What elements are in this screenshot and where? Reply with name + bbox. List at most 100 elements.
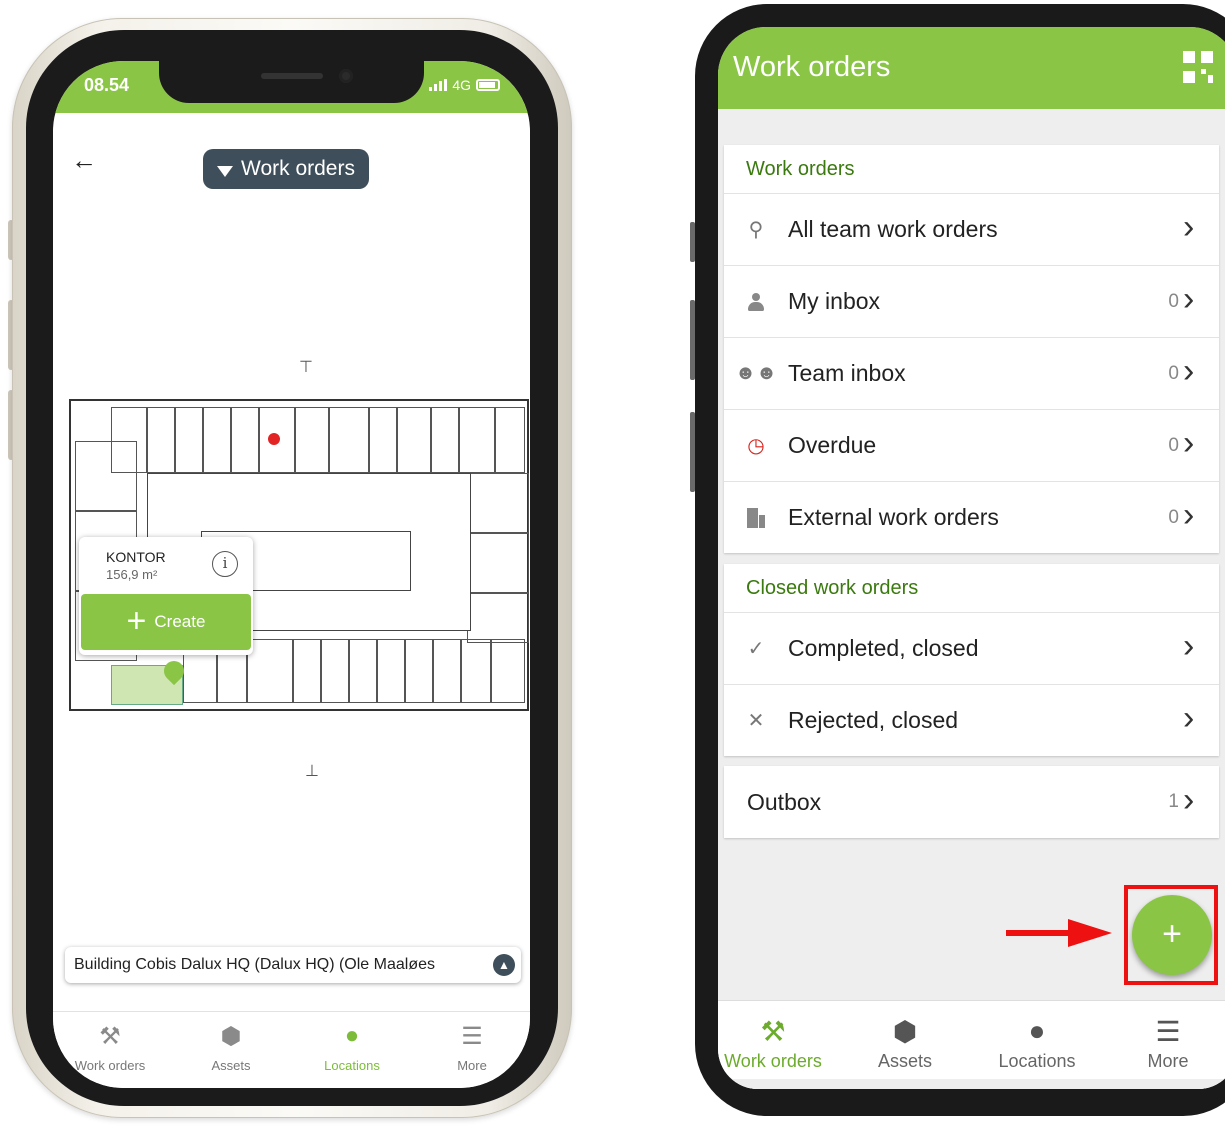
bottom-tab-bar: ⚒ Work orders ⬢ Assets ● Locations ☰ Mor… — [53, 1011, 530, 1088]
outbox-card: Outbox 1 — [724, 766, 1219, 838]
tools-icon: ⚒ — [99, 1023, 121, 1050]
room — [491, 639, 525, 703]
building-label: Building Cobis Dalux HQ (Dalux HQ) (Ole … — [74, 956, 435, 973]
network-type: 4G — [452, 77, 471, 93]
chevron-up-icon[interactable]: ▲ — [493, 954, 515, 976]
list-item-label: Outbox — [747, 788, 822, 815]
list-item-overdue[interactable]: ◷ Overdue 0 — [724, 409, 1219, 481]
tab-more[interactable]: ☰ More — [1103, 1015, 1225, 1072]
chevron-right-icon — [1183, 500, 1219, 535]
tab-assets[interactable]: ⬢ Assets — [840, 1015, 970, 1072]
tab-work-orders[interactable]: ⚒ Work orders — [718, 1015, 838, 1072]
tab-work-orders[interactable]: ⚒ Work orders — [55, 1022, 165, 1073]
tab-label: Work orders — [74, 1058, 146, 1073]
chevron-right-icon — [1183, 284, 1219, 319]
building-selector[interactable]: Building Cobis Dalux HQ (Dalux HQ) (Ole … — [65, 947, 521, 983]
list-item-label: External work orders — [788, 504, 999, 530]
list-item-label: Rejected, closed — [788, 707, 959, 733]
chevron-right-icon — [1183, 631, 1219, 666]
speaker-grille — [261, 73, 323, 79]
tab-locations[interactable]: ● Locations — [972, 1015, 1102, 1072]
work-orders-filter-button[interactable]: Work orders — [203, 149, 369, 189]
tab-label: Locations — [324, 1058, 380, 1073]
room — [459, 407, 495, 473]
room — [369, 407, 397, 473]
create-label: Create — [154, 612, 206, 631]
person-icon — [747, 292, 765, 311]
tools-icon: ⚒ — [760, 1016, 786, 1047]
room — [329, 407, 369, 473]
alarm-clock-icon: ◷ — [747, 435, 765, 457]
work-order-marker[interactable] — [268, 433, 280, 445]
hamburger-menu-icon: ☰ — [461, 1023, 483, 1050]
list-item-outbox[interactable]: Outbox 1 — [724, 766, 1219, 838]
building-icon — [747, 507, 765, 528]
list-item-label: All team work orders — [788, 216, 998, 242]
list-item-count: 0 — [1168, 362, 1179, 384]
section-title: Closed work orders — [746, 577, 919, 599]
chevron-right-icon — [1183, 428, 1219, 463]
room — [349, 639, 377, 703]
closed-work-orders-card: Closed work orders ✓ Completed, closed ✕… — [724, 564, 1219, 756]
room — [467, 533, 529, 593]
arrow-head-icon — [1068, 919, 1112, 947]
chevron-right-icon — [1183, 356, 1219, 391]
room — [75, 441, 137, 511]
location-pin-icon: ● — [1028, 1015, 1046, 1046]
room — [431, 407, 459, 473]
bottom-tab-bar: ⚒ Work orders ⬢ Assets ● Locations ☰ Mor… — [718, 1000, 1225, 1089]
check-icon: ✓ — [747, 638, 765, 660]
plus-icon: + — [126, 601, 147, 640]
tab-assets[interactable]: ⬢ Assets — [176, 1022, 286, 1073]
tab-label: Assets — [211, 1058, 251, 1073]
tab-more[interactable]: ☰ More — [417, 1022, 527, 1073]
room — [495, 407, 525, 473]
create-button[interactable]: + Create — [81, 594, 251, 650]
room — [203, 407, 231, 473]
room — [467, 593, 529, 643]
room — [433, 639, 461, 703]
signal-icon — [429, 79, 448, 91]
tab-label: More — [1147, 1051, 1189, 1071]
crosshair-icon: ⊤ — [299, 359, 313, 376]
phone-notch — [159, 61, 424, 103]
status-time: 08.54 — [84, 75, 130, 95]
location-pin-icon: ● — [344, 1022, 360, 1049]
funnel-icon — [217, 165, 233, 177]
battery-icon — [476, 79, 500, 91]
app-header: Work orders — [718, 27, 1225, 109]
room — [461, 639, 491, 703]
room — [405, 639, 433, 703]
list-item-count: 1 — [1168, 791, 1179, 812]
qr-code-icon[interactable] — [1183, 51, 1213, 83]
room — [321, 639, 349, 703]
list-item-all-team-work-orders[interactable]: ⚲ All team work orders — [724, 193, 1219, 265]
list-item-completed-closed[interactable]: ✓ Completed, closed — [724, 612, 1219, 684]
section-title: Work orders — [746, 158, 855, 180]
arrow-left-icon[interactable]: ← — [71, 145, 97, 176]
info-icon[interactable]: i — [212, 551, 238, 577]
highlight-box — [1124, 885, 1218, 985]
tab-label: Assets — [877, 1051, 933, 1071]
list-item-count: 0 — [1168, 290, 1179, 312]
room-name: KONTOR — [106, 549, 166, 565]
arrow-annotation-icon — [1006, 930, 1076, 936]
chevron-right-icon — [1183, 703, 1219, 738]
room-popup: KONTOR 156,9 m² i + Create — [79, 537, 253, 655]
tab-label: Work orders — [724, 1051, 822, 1071]
list-item-team-inbox[interactable]: ☻☻ Team inbox 0 — [724, 337, 1219, 409]
cube-icon: ⬢ — [220, 1023, 242, 1050]
bottom-strip — [718, 1079, 1225, 1089]
tab-locations[interactable]: ● Locations — [297, 1022, 407, 1073]
list-item-label: Completed, closed — [788, 635, 979, 661]
filter-label: Work orders — [241, 157, 355, 180]
list-item-rejected-closed[interactable]: ✕ Rejected, closed — [724, 684, 1219, 756]
work-orders-card: Work orders ⚲ All team work orders My in… — [724, 145, 1219, 553]
chevron-right-icon — [1183, 212, 1219, 247]
room — [377, 639, 405, 703]
list-item-my-inbox[interactable]: My inbox 0 — [724, 265, 1219, 337]
room — [295, 407, 329, 473]
list-item-external-work-orders[interactable]: External work orders 0 — [724, 481, 1219, 553]
list-item-count: 0 — [1168, 434, 1179, 456]
status-network: 4G — [429, 77, 500, 93]
